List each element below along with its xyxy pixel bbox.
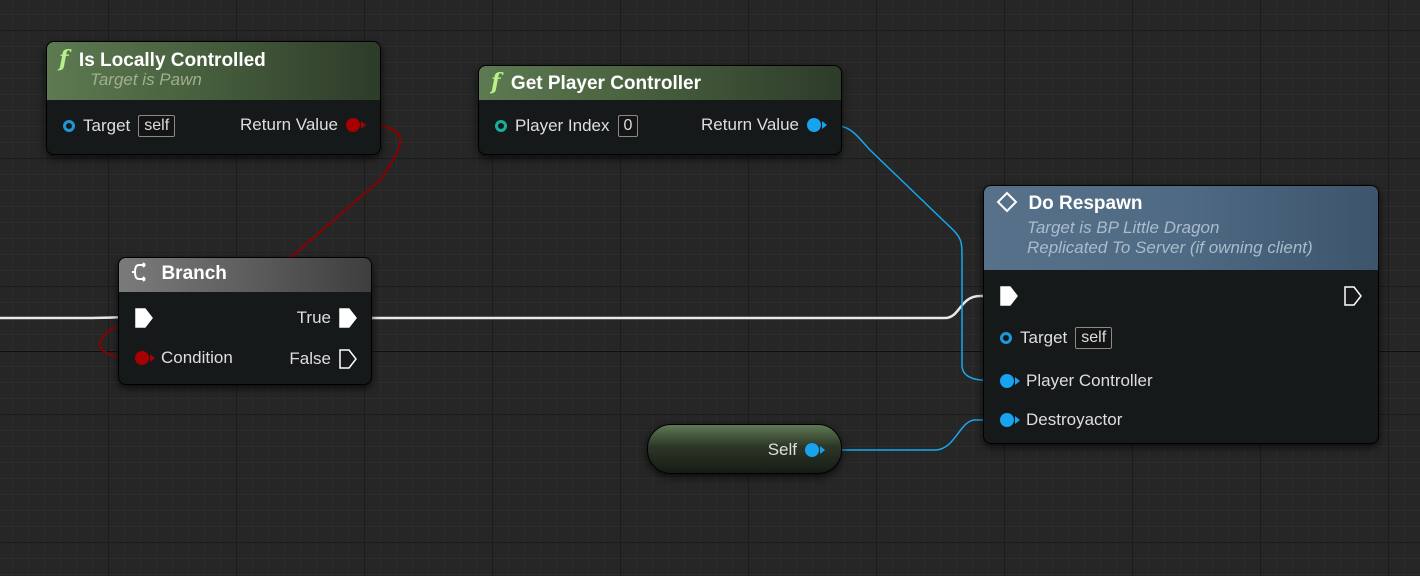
node-header: f Get Player Controller (479, 66, 841, 100)
pin-label: Return Value (240, 115, 338, 134)
exec-pin-icon[interactable] (1000, 286, 1018, 306)
node-branch[interactable]: Branch Condition True False (118, 257, 372, 385)
pin-label: Return Value (701, 115, 799, 134)
pin-player-controller[interactable]: Player Controller (1000, 371, 1153, 391)
pin-return-value[interactable]: Return Value (240, 115, 366, 135)
node-do-respawn[interactable]: Do Respawn Target is BP Little Dragon Re… (983, 185, 1379, 444)
pin-label: Target (83, 116, 131, 135)
node-header: f Is Locally Controlled Target is Pawn (47, 42, 380, 100)
node-title: Branch (161, 263, 227, 284)
object-pin-icon[interactable] (807, 118, 827, 132)
node-subtitle: Target is BP Little Dragon (1027, 218, 1220, 237)
exec-pin-icon[interactable] (135, 308, 153, 328)
node-subtitle: Replicated To Server (if owning client) (1027, 238, 1313, 257)
node-header: Do Respawn Target is BP Little Dragon Re… (984, 186, 1378, 270)
pin-destroyactor[interactable]: Destroyactor (1000, 410, 1122, 430)
pin-label: True (296, 308, 331, 327)
pin-label: False (289, 349, 331, 368)
pin-target[interactable]: Target self (63, 115, 176, 137)
pin-label: Player Index (515, 116, 610, 135)
node-header: Branch (119, 258, 371, 292)
pin-exec-in[interactable] (135, 308, 153, 328)
object-wire-self[interactable] (822, 419, 998, 451)
pin-label: Destroyactor (1026, 410, 1123, 429)
pin-label: Self (767, 440, 797, 459)
player-index-value[interactable]: 0 (617, 115, 639, 137)
pin-label: Player Controller (1026, 371, 1153, 390)
event-diamond-icon (996, 191, 1018, 213)
pin-condition[interactable]: Condition (135, 348, 233, 368)
object-pin-icon[interactable] (1000, 413, 1020, 427)
node-get-player-controller[interactable]: f Get Player Controller Player Index 0 R… (478, 65, 842, 155)
object-pin-icon[interactable] (1000, 374, 1020, 388)
node-title: Do Respawn (1028, 193, 1143, 214)
target-default-value[interactable]: self (138, 115, 176, 137)
pin-target[interactable]: Target self (1000, 327, 1113, 349)
node-self-reference[interactable]: Self (647, 424, 842, 474)
pin-false[interactable]: False (289, 349, 357, 369)
node-subtitle: Target is Pawn (90, 70, 202, 89)
pin-label: Condition (161, 348, 233, 367)
node-is-locally-controlled[interactable]: f Is Locally Controlled Target is Pawn T… (46, 41, 381, 155)
node-title: Is Locally Controlled (78, 50, 266, 71)
exec-pin-icon[interactable] (339, 308, 357, 328)
pin-exec-out[interactable] (1344, 286, 1362, 306)
exec-wire-true-to-respawn[interactable] (370, 294, 996, 320)
object-wire-controller[interactable] (821, 124, 999, 382)
target-default-value[interactable]: self (1075, 327, 1113, 349)
pin-exec-in[interactable] (1000, 286, 1018, 306)
exec-wire-in[interactable] (0, 315, 133, 320)
exec-pin-icon[interactable] (1344, 286, 1362, 306)
function-icon: f (491, 69, 501, 95)
int-pin-icon[interactable] (495, 120, 507, 132)
exec-pin-icon[interactable] (339, 349, 357, 369)
pin-player-index[interactable]: Player Index 0 (495, 115, 639, 137)
object-pin-icon[interactable] (63, 120, 75, 132)
pin-self[interactable]: Self (767, 440, 825, 460)
pin-true[interactable]: True (297, 308, 357, 328)
pin-return-value[interactable]: Return Value (701, 115, 827, 135)
node-title: Get Player Controller (510, 73, 701, 94)
object-pin-icon[interactable] (805, 443, 825, 457)
branch-icon (132, 262, 146, 282)
function-icon: f (59, 46, 69, 72)
pin-label: Target (1020, 328, 1068, 347)
bool-pin-icon[interactable] (135, 351, 155, 365)
bool-pin-icon[interactable] (346, 118, 366, 132)
object-pin-icon[interactable] (1000, 332, 1012, 344)
